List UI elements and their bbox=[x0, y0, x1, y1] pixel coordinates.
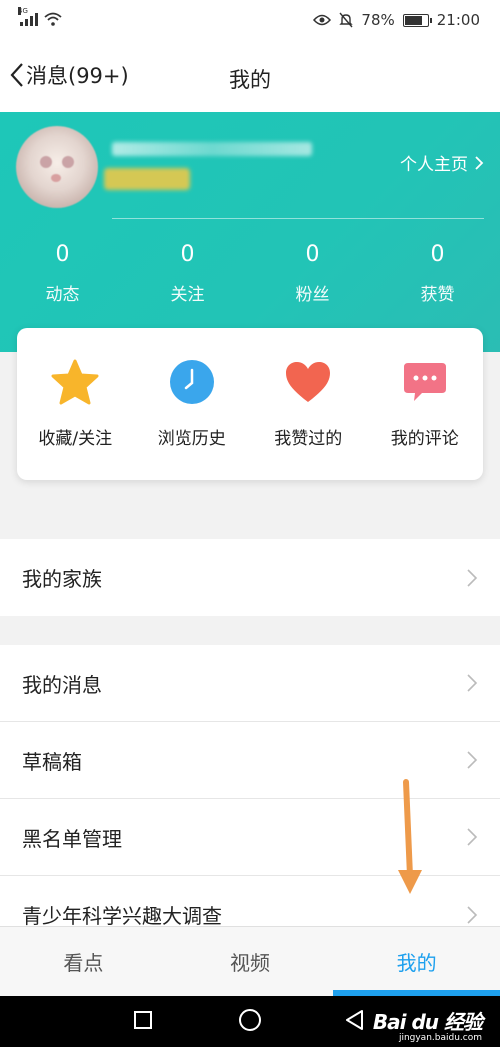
annotation-arrow bbox=[398, 779, 422, 894]
system-nav-bar: Bai du 经验 jingyan.baidu.com bbox=[0, 996, 500, 1047]
homepage-label: 个人主页 bbox=[400, 155, 468, 175]
status-right: 78% 21:00 bbox=[313, 11, 480, 29]
menu-row-my-messages[interactable]: 我的消息 bbox=[0, 645, 500, 722]
heart-icon bbox=[284, 358, 332, 406]
chevron-right-icon bbox=[467, 568, 478, 587]
stat-value: 0 bbox=[180, 242, 195, 267]
stat-label: 动态 bbox=[45, 285, 80, 305]
tab-label: 看点 bbox=[63, 951, 104, 975]
chevron-right-icon bbox=[467, 751, 478, 769]
stat-value: 0 bbox=[430, 242, 445, 267]
menu-row-label: 我的消息 bbox=[22, 672, 102, 697]
clock-time: 21:00 bbox=[436, 11, 480, 29]
stat-followers[interactable]: 0 粉丝 bbox=[250, 240, 375, 305]
stat-value: 0 bbox=[305, 242, 320, 267]
tab-mine[interactable]: 我的 bbox=[333, 927, 500, 996]
quick-action-liked[interactable]: 我赞过的 bbox=[250, 328, 367, 480]
avatar[interactable] bbox=[16, 126, 98, 208]
tab-label: 我的 bbox=[396, 951, 437, 975]
menu-row-my-family[interactable]: 我的家族 bbox=[0, 539, 500, 616]
menu-row-label: 我的家族 bbox=[22, 567, 102, 591]
menu-section-family: 我的家族 bbox=[0, 539, 500, 616]
wifi-icon bbox=[44, 12, 62, 26]
level-badge-blurred bbox=[104, 168, 190, 190]
watermark-logo: Bai du 经验 bbox=[372, 1010, 483, 1034]
quick-action-label: 我的评论 bbox=[390, 429, 459, 449]
quick-action-comments[interactable]: 我的评论 bbox=[367, 328, 484, 480]
chevron-right-icon bbox=[467, 674, 478, 692]
stat-likes[interactable]: 0 获赞 bbox=[375, 240, 500, 305]
stat-posts[interactable]: 0 动态 bbox=[0, 240, 125, 305]
homepage-link[interactable]: 个人主页 bbox=[400, 150, 484, 175]
quick-action-label: 浏览历史 bbox=[157, 429, 226, 449]
chevron-right-icon bbox=[467, 828, 478, 846]
stat-label: 粉丝 bbox=[295, 285, 330, 305]
comment-icon bbox=[401, 358, 449, 406]
clock-icon bbox=[168, 358, 216, 406]
tab-video[interactable]: 视频 bbox=[167, 927, 334, 996]
battery-icon bbox=[402, 13, 432, 27]
home-circle-icon[interactable] bbox=[238, 1008, 262, 1032]
menu-row-label: 黑名单管理 bbox=[22, 826, 122, 851]
menu-row-label: 青少年科学兴趣大调查 bbox=[22, 904, 222, 928]
stat-label: 关注 bbox=[170, 285, 205, 305]
mute-bell-icon bbox=[339, 12, 354, 28]
chevron-right-icon bbox=[467, 905, 478, 924]
profile-divider bbox=[112, 218, 484, 219]
username-blurred bbox=[112, 142, 312, 156]
status-left: 4G bbox=[18, 7, 62, 26]
star-icon bbox=[51, 358, 99, 406]
stat-following[interactable]: 0 关注 bbox=[125, 240, 250, 305]
status-bar: 4G 78% 21:00 bbox=[0, 0, 500, 44]
tab-label: 视频 bbox=[230, 951, 270, 975]
signal-icon: 4G bbox=[18, 7, 38, 26]
baidu-watermark: Bai du 经验 jingyan.baidu.com bbox=[372, 1006, 483, 1043]
battery-percent: 78% bbox=[361, 11, 395, 29]
quick-action-label: 收藏/关注 bbox=[38, 429, 113, 449]
quick-action-favorites[interactable]: 收藏/关注 bbox=[17, 328, 134, 480]
quick-actions-card: 收藏/关注 浏览历史 我赞过的 我的评论 bbox=[17, 328, 483, 480]
title-bar: 消息(99+) 我的 bbox=[0, 44, 500, 112]
quick-action-history[interactable]: 浏览历史 bbox=[134, 328, 251, 480]
bottom-tab-bar: 看点 视频 我的 bbox=[0, 926, 500, 996]
page-title: 我的 bbox=[229, 68, 271, 92]
eye-icon bbox=[313, 14, 332, 26]
stat-value: 0 bbox=[55, 242, 70, 267]
recents-square-icon[interactable] bbox=[133, 1010, 153, 1030]
tab-highlights[interactable]: 看点 bbox=[0, 927, 167, 996]
network-type: 4G bbox=[18, 7, 28, 15]
profile-stats: 0 动态 0 关注 0 粉丝 0 获赞 bbox=[0, 240, 500, 305]
quick-action-label: 我赞过的 bbox=[274, 429, 343, 449]
chevron-right-icon bbox=[475, 155, 484, 170]
back-triangle-icon[interactable] bbox=[344, 1009, 366, 1031]
stat-label: 获赞 bbox=[420, 285, 455, 305]
menu-row-label: 草稿箱 bbox=[22, 749, 82, 774]
profile-header: 个人主页 0 动态 0 关注 0 粉丝 0 获赞 bbox=[0, 112, 500, 352]
